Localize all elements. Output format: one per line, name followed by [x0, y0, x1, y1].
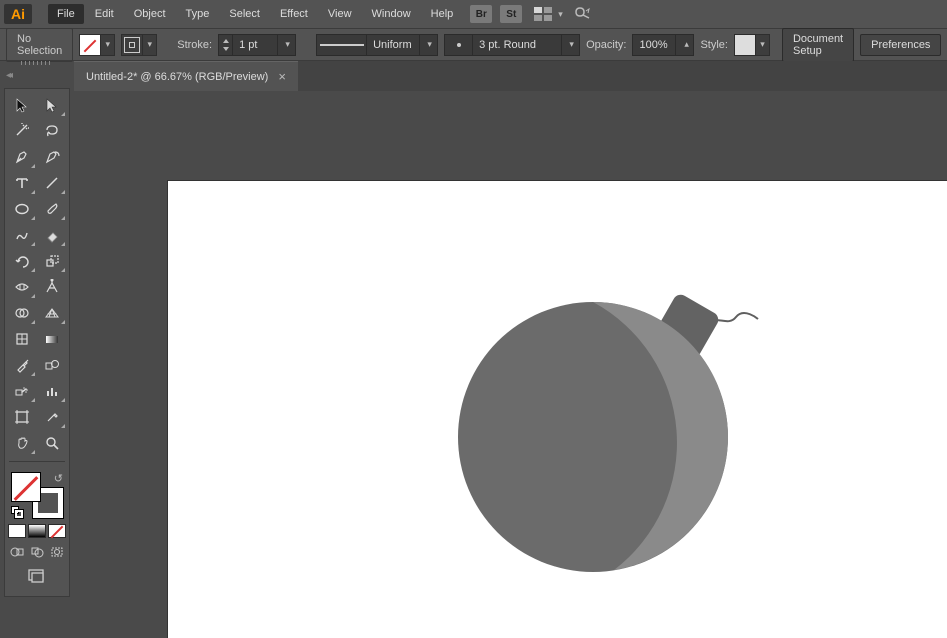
menu-file[interactable]: File [48, 4, 84, 24]
artboard-tool[interactable] [8, 405, 36, 429]
opacity-label: Opacity: [586, 39, 626, 51]
draw-normal-icon[interactable] [8, 544, 26, 560]
fill-box-icon[interactable] [11, 472, 41, 502]
symbol-sprayer-tool[interactable] [8, 379, 36, 403]
lasso-tool[interactable] [38, 119, 66, 143]
menu-edit[interactable]: Edit [86, 4, 123, 24]
eraser-tool[interactable] [38, 223, 66, 247]
rotate-tool[interactable] [8, 249, 36, 273]
blend-tool[interactable] [38, 353, 66, 377]
artboard[interactable] [168, 181, 947, 638]
style-label: Style: [700, 39, 728, 51]
fill-dropdown[interactable]: ▾ [101, 34, 115, 56]
slice-tool[interactable] [38, 405, 66, 429]
chevron-down-icon: ▾ [558, 9, 563, 20]
stroke-weight-dropdown[interactable]: ▾ [278, 34, 296, 56]
draw-inside-icon[interactable] [48, 544, 66, 560]
brush-name: 3 pt. Round [472, 34, 562, 56]
panel-grip-icon[interactable] [10, 61, 60, 67]
canvas-area[interactable] [74, 91, 947, 638]
profile-name: Uniform [366, 34, 420, 56]
stroke-swatch-icon [121, 34, 143, 56]
profile-preview-icon [316, 34, 366, 56]
shape-builder-tool[interactable] [8, 301, 36, 325]
pen-tool[interactable] [8, 145, 36, 169]
mesh-tool[interactable] [8, 327, 36, 351]
fill-color-control[interactable]: ▾ [79, 34, 115, 56]
menu-view[interactable]: View [319, 4, 361, 24]
collapse-panels-icon[interactable]: ◂◂ [6, 70, 22, 80]
opacity-dropdown[interactable]: ▸ [676, 34, 694, 56]
document-tab-title: Untitled-2* @ 66.67% (RGB/Preview) [86, 71, 268, 83]
scale-tool[interactable] [38, 249, 66, 273]
zoom-tool[interactable] [38, 431, 66, 455]
search-icon[interactable] [573, 5, 591, 24]
stroke-color-control[interactable]: ▾ [121, 34, 157, 56]
variable-width-profile[interactable]: Uniform ▾ [316, 34, 438, 56]
arrange-documents-icon [534, 7, 552, 21]
graphic-style-control[interactable]: ▾ [734, 34, 770, 56]
screen-mode-button[interactable] [7, 568, 67, 588]
swap-fill-stroke-icon[interactable]: ↺ [54, 472, 63, 485]
opacity-field[interactable]: 100% [632, 34, 676, 56]
column-graph-tool[interactable] [38, 379, 66, 403]
color-mode-gradient[interactable] [28, 524, 46, 538]
document-setup-button[interactable]: Document Setup [782, 28, 854, 62]
app-logo-icon: Ai [4, 4, 32, 24]
menu-bar: Ai File Edit Object Type Select Effect V… [0, 0, 947, 28]
menu-effect[interactable]: Effect [271, 4, 317, 24]
width-tool[interactable] [8, 275, 36, 299]
brush-dropdown[interactable]: ▾ [562, 34, 580, 56]
profile-dropdown[interactable]: ▾ [420, 34, 438, 56]
document-tab[interactable]: Untitled-2* @ 66.67% (RGB/Preview) × [74, 61, 298, 91]
hand-tool[interactable] [8, 431, 36, 455]
selection-indicator: No Selection [6, 28, 73, 62]
stroke-label: Stroke: [177, 39, 212, 51]
brush-definition[interactable]: 3 pt. Round ▾ [444, 34, 580, 56]
menu-help[interactable]: Help [422, 4, 463, 24]
menu-object[interactable]: Object [125, 4, 175, 24]
perspective-grid-tool[interactable] [38, 301, 66, 325]
paintbrush-tool[interactable] [38, 197, 66, 221]
artwork-bomb[interactable] [458, 285, 788, 585]
close-tab-button[interactable]: × [278, 69, 286, 84]
draw-behind-icon[interactable] [28, 544, 46, 560]
shaper-tool[interactable] [8, 223, 36, 247]
menu-select[interactable]: Select [220, 4, 269, 24]
brush-preview-icon [444, 34, 472, 56]
direct-selection-tool[interactable] [38, 93, 66, 117]
draw-mode-row [7, 544, 67, 560]
menu-window[interactable]: Window [363, 4, 420, 24]
stock-button[interactable]: St [500, 5, 522, 23]
curvature-tool[interactable] [38, 145, 66, 169]
stroke-weight-stepper[interactable] [218, 34, 232, 56]
stroke-weight-field[interactable]: 1 pt [232, 34, 278, 56]
style-dropdown[interactable]: ▾ [756, 34, 770, 56]
arrange-documents-dropdown[interactable]: ▾ [534, 7, 563, 21]
fill-swatch-icon [79, 34, 101, 56]
opacity-control[interactable]: 100% ▸ [632, 34, 694, 56]
color-mode-none[interactable] [48, 524, 66, 538]
stroke-dropdown[interactable]: ▾ [143, 34, 157, 56]
magic-wand-tool[interactable] [8, 119, 36, 143]
selection-tool[interactable] [8, 93, 36, 117]
style-swatch-icon [734, 34, 756, 56]
puppet-warp-tool[interactable] [38, 275, 66, 299]
ellipse-tool[interactable] [8, 197, 36, 221]
document-tab-bar: Untitled-2* @ 66.67% (RGB/Preview) × [74, 61, 947, 91]
preferences-button[interactable]: Preferences [860, 34, 941, 56]
line-segment-tool[interactable] [38, 171, 66, 195]
color-mode-solid[interactable] [8, 524, 26, 538]
eyedropper-tool[interactable] [8, 353, 36, 377]
type-tool[interactable] [8, 171, 36, 195]
default-fill-stroke-icon[interactable] [11, 506, 23, 518]
fill-stroke-control[interactable]: ↺ [9, 472, 65, 518]
color-mode-row [7, 524, 67, 538]
gradient-tool[interactable] [38, 327, 66, 351]
bridge-button[interactable]: Br [470, 5, 492, 23]
control-bar: No Selection ▾ ▾ Stroke: 1 pt ▾ Uniform … [0, 28, 947, 61]
tools-panel: ↺ [4, 88, 70, 597]
menu-type[interactable]: Type [177, 4, 219, 24]
